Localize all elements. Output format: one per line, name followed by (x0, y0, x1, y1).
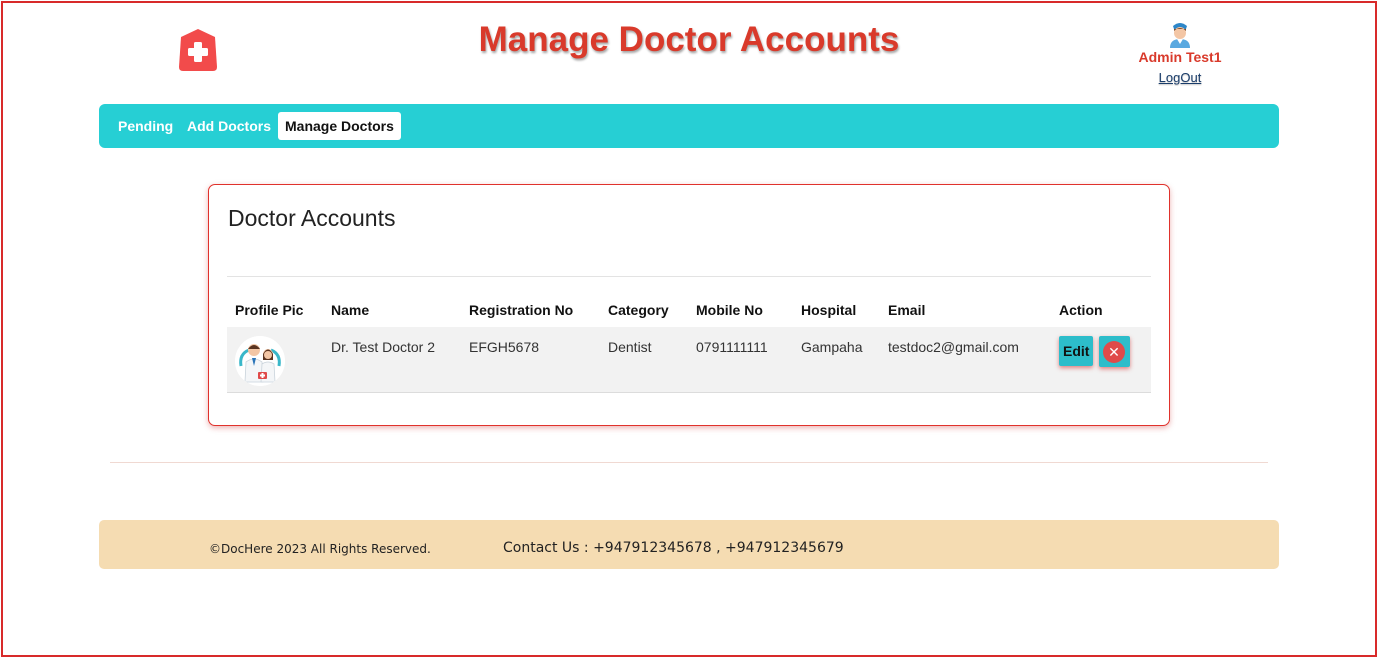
cell-category: Dentist (608, 339, 652, 355)
nav-item-pending[interactable]: Pending (118, 112, 173, 140)
col-header-mobile-no: Mobile No (696, 302, 763, 318)
doctor-accounts-card: Doctor Accounts Profile Pic Name Registr… (208, 184, 1170, 426)
copyright-text: ©DocHere 2023 All Rights Reserved. (209, 542, 431, 556)
col-header-email: Email (888, 302, 926, 318)
user-panel: Admin Test1 LogOut (1130, 20, 1230, 85)
main-nav: Pending Add Doctors Manage Doctors (99, 104, 1279, 148)
doctors-illustration (235, 336, 285, 386)
col-header-profile-pic: Profile Pic (235, 302, 304, 318)
card-title: Doctor Accounts (228, 205, 396, 231)
col-header-action: Action (1059, 302, 1103, 318)
col-header-hospital: Hospital (801, 302, 857, 318)
cell-name: Dr. Test Doctor 2 (331, 339, 436, 355)
contact-text: Contact Us : +947912345678 , +9479123456… (503, 540, 844, 556)
user-name: Admin Test1 (1138, 49, 1222, 65)
nav-item-manage-doctors[interactable]: Manage Doctors (278, 112, 401, 140)
nurse-avatar-icon (1170, 23, 1190, 48)
cell-hospital: Gampaha (801, 339, 863, 355)
cell-registration-no: EFGH5678 (469, 339, 540, 355)
cell-email: testdoc2@gmail.com (888, 339, 1019, 355)
nav-item-add-doctors[interactable]: Add Doctors (187, 112, 271, 140)
col-header-name: Name (331, 302, 370, 318)
divider (227, 276, 1151, 277)
logout-link[interactable]: LogOut (1130, 70, 1230, 85)
cell-mobile-no: 0791111111 (696, 339, 768, 355)
col-header-registration-no: Registration No (469, 302, 574, 318)
close-circle-icon: ✕ (1103, 341, 1125, 363)
table-row (227, 327, 1151, 393)
page-divider (110, 462, 1268, 463)
col-header-category: Category (608, 302, 669, 318)
footer: ©DocHere 2023 All Rights Reserved. Conta… (99, 520, 1279, 569)
delete-button[interactable]: ✕ (1099, 336, 1130, 367)
edit-button[interactable]: Edit (1059, 336, 1094, 366)
